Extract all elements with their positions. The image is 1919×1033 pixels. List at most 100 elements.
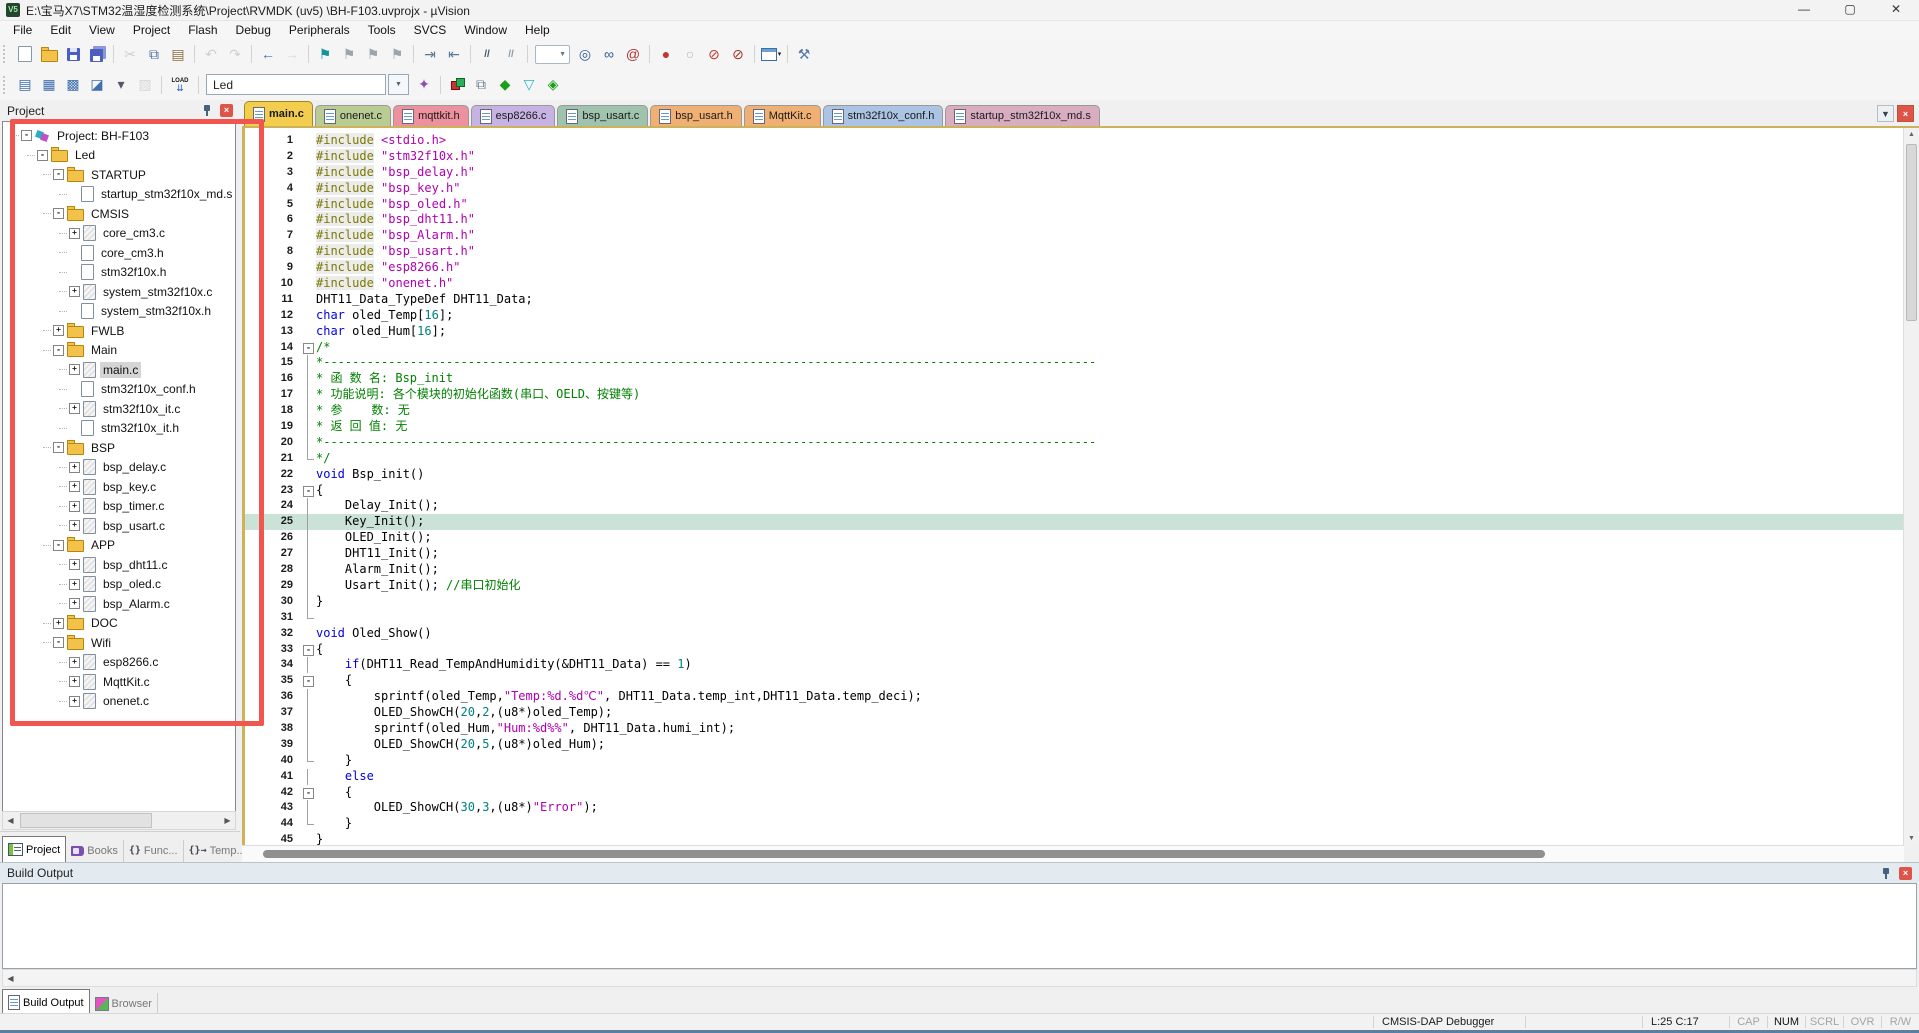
code-line-4[interactable]: 4#include "bsp_key.h" (245, 181, 1904, 197)
manage-rte-button[interactable]: ◆ (494, 74, 516, 96)
comment-selection-button[interactable]: // (476, 43, 498, 65)
expand-icon[interactable]: + (69, 501, 80, 512)
scroll-right-icon[interactable]: ▶ (220, 816, 235, 825)
collapse-icon[interactable]: - (53, 208, 64, 219)
fold-margin[interactable]: - (300, 642, 316, 658)
editor-tab-mqttkit-c[interactable]: MqttKit.c (744, 105, 821, 126)
insert-breakpoint-button[interactable]: ● (655, 43, 677, 65)
tree-item-main[interactable]: -Main (3, 341, 235, 361)
close-button[interactable]: ✕ (1873, 0, 1919, 20)
tree-item-startup[interactable]: -STARTUP (3, 165, 235, 185)
bottom-tab-build-output[interactable]: Build Output (2, 989, 90, 1015)
code-line-10[interactable]: 10#include "onenet.h" (245, 276, 1904, 292)
tree-item-project-bh-f103[interactable]: -Project: BH-F103 (3, 126, 235, 146)
menu-project[interactable]: Project (124, 21, 179, 39)
pin-icon[interactable] (202, 104, 212, 117)
expand-icon[interactable]: + (69, 520, 80, 531)
target-select-arrow[interactable]: ▼ (388, 74, 409, 95)
incremental-find-button[interactable]: @ (622, 43, 644, 65)
code-line-33[interactable]: 33-{ (245, 642, 1904, 658)
collapse-icon[interactable]: - (53, 345, 64, 356)
find-text-combo[interactable]: ▼ (535, 45, 570, 64)
expand-icon[interactable]: + (69, 559, 80, 570)
new-file-button[interactable] (14, 43, 36, 65)
expand-icon[interactable]: + (69, 696, 80, 707)
code-line-39[interactable]: 39 OLED_ShowCH(20,5,(u8*)oled_Hum); (245, 737, 1904, 753)
code-line-38[interactable]: 38 sprintf(oled_Hum,"Hum:%d%%", DHT11_Da… (245, 721, 1904, 737)
code-line-36[interactable]: 36 sprintf(oled_Temp,"Temp:%d.%d℃", DHT1… (245, 689, 1904, 705)
collapse-icon[interactable]: - (53, 442, 64, 453)
menu-flash[interactable]: Flash (179, 21, 226, 39)
menu-edit[interactable]: Edit (41, 21, 80, 39)
tree-item-cmsis[interactable]: -CMSIS (3, 204, 235, 224)
find-button[interactable]: ∞ (598, 43, 620, 65)
code-line-21[interactable]: 21*/ (245, 451, 1904, 467)
tree-item-stm32f10x-conf-h[interactable]: stm32f10x_conf.h (3, 380, 235, 400)
tree-item-bsp-timer-c[interactable]: +bsp_timer.c (3, 497, 235, 517)
code-line-18[interactable]: 18* 参 数: 无 (245, 403, 1904, 419)
tree-item-fwlb[interactable]: +FWLB (3, 321, 235, 341)
collapse-icon[interactable]: - (53, 637, 64, 648)
code-line-44[interactable]: 44 } (245, 816, 1904, 832)
code-line-1[interactable]: 1#include <stdio.h> (245, 133, 1904, 149)
editor-tab-stm32f10x-conf-h[interactable]: stm32f10x_conf.h (823, 105, 944, 126)
editor-tab-main-c[interactable]: main.c (244, 101, 313, 126)
scroll-left-icon[interactable]: ◀ (3, 974, 18, 983)
tree-item-system-stm32f10x-h[interactable]: system_stm32f10x.h (3, 302, 235, 322)
tree-item-bsp-usart-c[interactable]: +bsp_usart.c (3, 516, 235, 536)
scroll-up-icon[interactable]: ▲ (1904, 128, 1919, 142)
find-in-files-button[interactable]: ◎ (574, 43, 596, 65)
clear-bookmarks-button[interactable]: ⚑ (386, 43, 408, 65)
tree-item-system-stm32f10x-c[interactable]: +system_stm32f10x.c (3, 282, 235, 302)
fold-margin[interactable]: - (300, 673, 316, 689)
menu-help[interactable]: Help (516, 21, 559, 39)
code-line-28[interactable]: 28 Alarm_Init(); (245, 562, 1904, 578)
code-line-29[interactable]: 29 Usart_Init(); //串口初始化 (245, 578, 1904, 594)
editor-horizontal-scrollbar[interactable] (242, 845, 1904, 862)
code-line-2[interactable]: 2#include "stm32f10x.h" (245, 149, 1904, 165)
project-horizontal-scrollbar[interactable]: ◀ ▶ (2, 811, 236, 830)
expand-icon[interactable]: + (69, 462, 80, 473)
collapse-icon[interactable]: - (53, 540, 64, 551)
editor-tab-startup-stm32f10x-md-s[interactable]: startup_stm32f10x_md.s (945, 105, 1099, 126)
save-all-button[interactable] (86, 43, 108, 65)
next-bookmark-button[interactable]: ⚑ (362, 43, 384, 65)
manage-project-items-button[interactable] (446, 74, 468, 96)
build-button[interactable]: ▦ (38, 74, 60, 96)
insert-bookmark-button[interactable]: ⚑ (314, 43, 336, 65)
expand-icon[interactable]: + (69, 598, 80, 609)
tree-item-core-cm3-h[interactable]: core_cm3.h (3, 243, 235, 263)
target-select[interactable]: Led (206, 74, 386, 95)
tree-item-stm32f10x-it-h[interactable]: stm32f10x_it.h (3, 419, 235, 439)
scroll-left-icon[interactable]: ◀ (3, 816, 18, 825)
scrollbar-thumb[interactable] (20, 813, 152, 828)
scrollbar-thumb[interactable] (1906, 144, 1917, 321)
code-line-41[interactable]: 41 else (245, 769, 1904, 785)
code-line-42[interactable]: 42- { (245, 785, 1904, 801)
tree-item-core-cm3-c[interactable]: +core_cm3.c (3, 224, 235, 244)
code-line-7[interactable]: 7#include "bsp_Alarm.h" (245, 228, 1904, 244)
build-output-close-icon[interactable]: × (1899, 867, 1912, 880)
code-line-25[interactable]: 25 Key_Init(); (245, 514, 1904, 530)
tree-item-doc[interactable]: +DOC (3, 614, 235, 634)
pin-icon[interactable] (1881, 867, 1891, 880)
panel-tab-project[interactable]: Project (2, 836, 66, 862)
target-options-button[interactable]: ✦ (413, 74, 435, 96)
tree-item-bsp-delay-c[interactable]: +bsp_delay.c (3, 458, 235, 478)
code-line-27[interactable]: 27 DHT11_Init(); (245, 546, 1904, 562)
scroll-down-icon[interactable]: ▼ (1904, 832, 1919, 846)
code-line-6[interactable]: 6#include "bsp_dht11.h" (245, 212, 1904, 228)
expand-icon[interactable]: + (69, 403, 80, 414)
code-line-45[interactable]: 45} (245, 832, 1904, 846)
code-line-13[interactable]: 13char oled_Hum[16]; (245, 324, 1904, 340)
minimize-button[interactable]: — (1781, 0, 1827, 20)
code-line-3[interactable]: 3#include "bsp_delay.h" (245, 165, 1904, 181)
code-line-8[interactable]: 8#include "bsp_usart.h" (245, 244, 1904, 260)
menu-file[interactable]: File (4, 21, 41, 39)
editor-tab-esp8266-c[interactable]: esp8266.c (471, 105, 556, 126)
expand-icon[interactable]: + (69, 364, 80, 375)
maximize-button[interactable]: ▢ (1827, 0, 1873, 20)
unindent-button[interactable]: ⇤ (443, 43, 465, 65)
code-line-17[interactable]: 17* 功能说明: 各个模块的初始化函数(串口、OELD、按键等) (245, 387, 1904, 403)
code-line-40[interactable]: 40 } (245, 753, 1904, 769)
